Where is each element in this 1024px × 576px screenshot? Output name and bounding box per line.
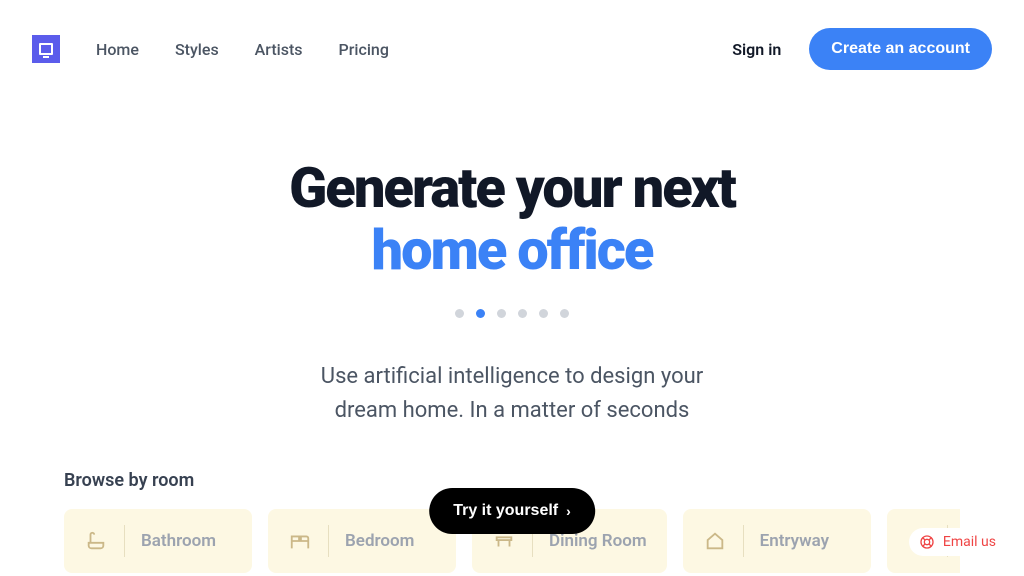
nav: Home Styles Artists Pricing xyxy=(96,40,389,59)
room-label: Entryway xyxy=(760,531,830,551)
header: Home Styles Artists Pricing Sign in Crea… xyxy=(0,0,1024,98)
chevron-right-icon: › xyxy=(566,503,571,519)
room-card-bathroom[interactable]: Bathroom xyxy=(64,509,252,573)
dot-2[interactable] xyxy=(497,309,506,318)
nav-pricing[interactable]: Pricing xyxy=(339,40,389,59)
room-label: Bedroom xyxy=(345,531,414,551)
signin-link[interactable]: Sign in xyxy=(732,40,781,59)
hero-description: Use artificial intelligence to design yo… xyxy=(0,360,1024,428)
create-account-button[interactable]: Create an account xyxy=(809,28,992,70)
auth-section: Sign in Create an account xyxy=(732,28,992,70)
bathtub-icon xyxy=(84,529,108,553)
room-label: Dining Room xyxy=(549,531,647,551)
nav-artists[interactable]: Artists xyxy=(255,40,303,59)
logo[interactable] xyxy=(32,35,60,63)
room-card-entryway[interactable]: Entryway xyxy=(683,509,871,573)
room-card-bedroom[interactable]: Bedroom xyxy=(268,509,456,573)
dot-1[interactable] xyxy=(476,309,485,318)
lifebuoy-icon xyxy=(919,534,935,550)
home-icon xyxy=(703,529,727,553)
try-button[interactable]: Try it yourself › xyxy=(429,488,595,534)
email-us-widget[interactable]: Email us xyxy=(909,528,1006,556)
dot-4[interactable] xyxy=(539,309,548,318)
dot-3[interactable] xyxy=(518,309,527,318)
dot-0[interactable] xyxy=(455,309,464,318)
hero: Generate your next home office Use artif… xyxy=(0,98,1024,428)
hero-title-line2: home office xyxy=(0,220,1024,282)
room-label: Bathroom xyxy=(141,531,216,551)
nav-styles[interactable]: Styles xyxy=(175,40,219,59)
dot-5[interactable] xyxy=(560,309,569,318)
hero-title: Generate your next home office xyxy=(0,158,1024,281)
carousel-dots xyxy=(0,309,1024,318)
bed-icon xyxy=(288,529,312,553)
nav-home[interactable]: Home xyxy=(96,40,139,59)
monitor-icon xyxy=(39,43,53,55)
hero-title-line1: Generate your next xyxy=(289,155,735,221)
